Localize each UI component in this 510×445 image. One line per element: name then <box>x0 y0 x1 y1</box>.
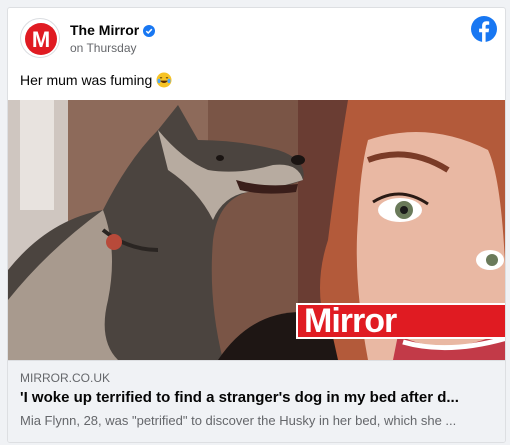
post-message: Her mum was fuming <box>20 72 172 88</box>
link-preview[interactable]: MIRROR.CO.UK 'I woke up terrified to fin… <box>8 360 505 442</box>
post-timestamp[interactable]: on Thursday <box>70 41 137 55</box>
link-description: Mia Flynn, 28, was "petrified" to discov… <box>20 413 457 428</box>
laughing-crying-emoji-icon <box>156 72 172 88</box>
post-header: M The Mirror on Thursday <box>8 8 505 68</box>
link-domain: MIRROR.CO.UK <box>20 371 110 385</box>
post-card: M The Mirror on Thursday Her mum was fum… <box>7 7 506 443</box>
link-headline[interactable]: 'I woke up terrified to find a stranger'… <box>20 389 495 406</box>
mirror-logo-icon: M <box>22 20 59 57</box>
verified-badge-icon <box>143 24 156 37</box>
page-name[interactable]: The Mirror <box>70 22 139 38</box>
mirror-watermark-logo: Mirror <box>296 302 505 340</box>
post-message-text: Her mum was fuming <box>20 72 153 88</box>
page-name-row: The Mirror <box>70 22 156 38</box>
facebook-logo-icon[interactable] <box>471 16 497 42</box>
mirror-logo-letter: M <box>32 27 50 52</box>
post-image[interactable]: Mirror <box>8 100 505 360</box>
page-avatar[interactable]: M <box>20 18 60 58</box>
